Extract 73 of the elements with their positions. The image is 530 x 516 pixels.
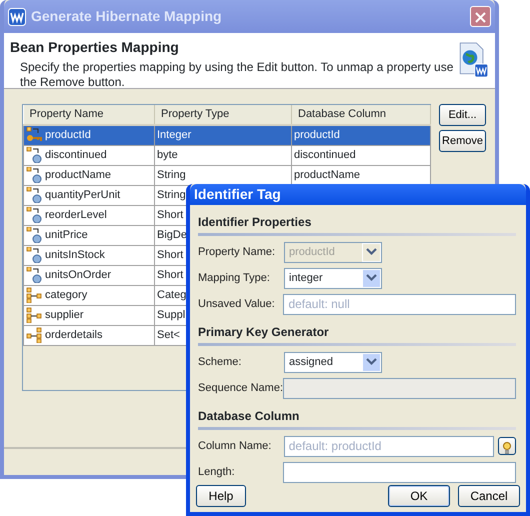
table-cell-text: productId bbox=[45, 128, 91, 143]
table-cell: byte bbox=[157, 148, 178, 161]
field-label: Unsaved Value: bbox=[198, 296, 276, 312]
cylinder-icon bbox=[26, 167, 42, 183]
key-icon bbox=[26, 127, 42, 144]
cylinder-icon bbox=[26, 267, 42, 283]
table-cell: discontinued bbox=[294, 148, 356, 161]
table-row[interactable]: discontinued byte discontinued bbox=[24, 145, 430, 165]
table-cell: Suppl bbox=[157, 308, 186, 321]
app-icon bbox=[8, 8, 26, 26]
dialog-button[interactable]: Cancel bbox=[458, 485, 520, 507]
cylinder-icon bbox=[26, 147, 42, 163]
table-cell: Short bbox=[157, 268, 184, 281]
table-cell: BigDe bbox=[157, 228, 187, 241]
cylinder-icon bbox=[26, 207, 42, 223]
table-cell: Short bbox=[157, 248, 184, 261]
table-cell: Categ bbox=[157, 288, 186, 301]
field-label: Mapping Type: bbox=[198, 270, 271, 286]
cylinder-icon bbox=[26, 247, 42, 263]
dialog-button[interactable]: Help bbox=[196, 485, 246, 507]
table-cell: Set< bbox=[157, 328, 180, 341]
caret-icon bbox=[366, 248, 377, 256]
field-label: Length: bbox=[198, 464, 236, 480]
page-heading: Bean Properties Mapping bbox=[10, 39, 180, 56]
table-cell: Short bbox=[157, 208, 184, 221]
section-heading: Primary Key Generator bbox=[198, 323, 516, 346]
dropdown[interactable]: integer bbox=[284, 268, 382, 288]
table-cell: productId bbox=[294, 129, 340, 141]
window-title: Generate Hibernate Mapping bbox=[31, 7, 222, 26]
text-field[interactable]: default: null bbox=[283, 294, 516, 314]
text-field[interactable] bbox=[283, 462, 516, 482]
relation-icon bbox=[26, 327, 42, 343]
table-cell: Integer bbox=[157, 129, 192, 141]
close-icon bbox=[475, 12, 486, 23]
table-row[interactable]: productId Integer productId bbox=[24, 125, 430, 145]
table-cell: String bbox=[157, 168, 186, 181]
caret-icon bbox=[366, 274, 377, 282]
table-cell-text: orderdetails bbox=[45, 328, 102, 343]
side-button[interactable]: Remove bbox=[439, 130, 486, 152]
close-button[interactable] bbox=[470, 6, 491, 27]
table-cell-text: supplier bbox=[45, 308, 84, 323]
section-heading: Database Column bbox=[198, 407, 516, 430]
field-label: Sequence Name: bbox=[198, 380, 284, 396]
description-text: Specify the properties mapping by using the Edit button. To unmap a property use the Remove button. bbox=[20, 60, 454, 90]
table-cell-text: discontinued bbox=[45, 148, 107, 163]
column-header[interactable]: Database Column bbox=[292, 105, 430, 125]
caret-icon bbox=[366, 358, 377, 366]
table-cell: productName bbox=[294, 168, 360, 181]
column-header[interactable]: Property Type bbox=[154, 105, 292, 125]
dropdown[interactable]: assigned bbox=[284, 352, 382, 372]
text-field[interactable]: default: productId bbox=[284, 436, 494, 456]
cylinder-icon bbox=[26, 227, 42, 243]
table-cell-text: unitsInStock bbox=[45, 248, 105, 263]
field-label: Scheme: bbox=[198, 354, 242, 370]
table-cell-text: reorderLevel bbox=[45, 208, 107, 223]
table-cell-text: quantityPerUnit bbox=[45, 188, 120, 203]
relation-icon bbox=[26, 287, 42, 303]
table-cell-text: productName bbox=[45, 168, 112, 183]
cylinder-icon bbox=[26, 187, 42, 203]
column-header[interactable]: Property Name bbox=[24, 105, 154, 125]
section-heading: Identifier Properties bbox=[198, 213, 516, 236]
relation-icon bbox=[26, 307, 42, 323]
lightbulb-icon bbox=[502, 440, 512, 455]
hint-button[interactable] bbox=[498, 437, 516, 455]
side-button[interactable]: Edit... bbox=[439, 104, 486, 126]
dialog-button[interactable]: OK bbox=[388, 485, 450, 507]
table-cell: String bbox=[157, 188, 186, 201]
dialog-title: Identifier Tag bbox=[194, 185, 281, 204]
field-label: Column Name: bbox=[198, 438, 272, 454]
table-cell-text: unitsOnOrder bbox=[45, 268, 112, 283]
table-cell-text: unitPrice bbox=[45, 228, 88, 243]
table-cell-text: category bbox=[45, 288, 88, 303]
field-label: Property Name: bbox=[198, 244, 276, 260]
